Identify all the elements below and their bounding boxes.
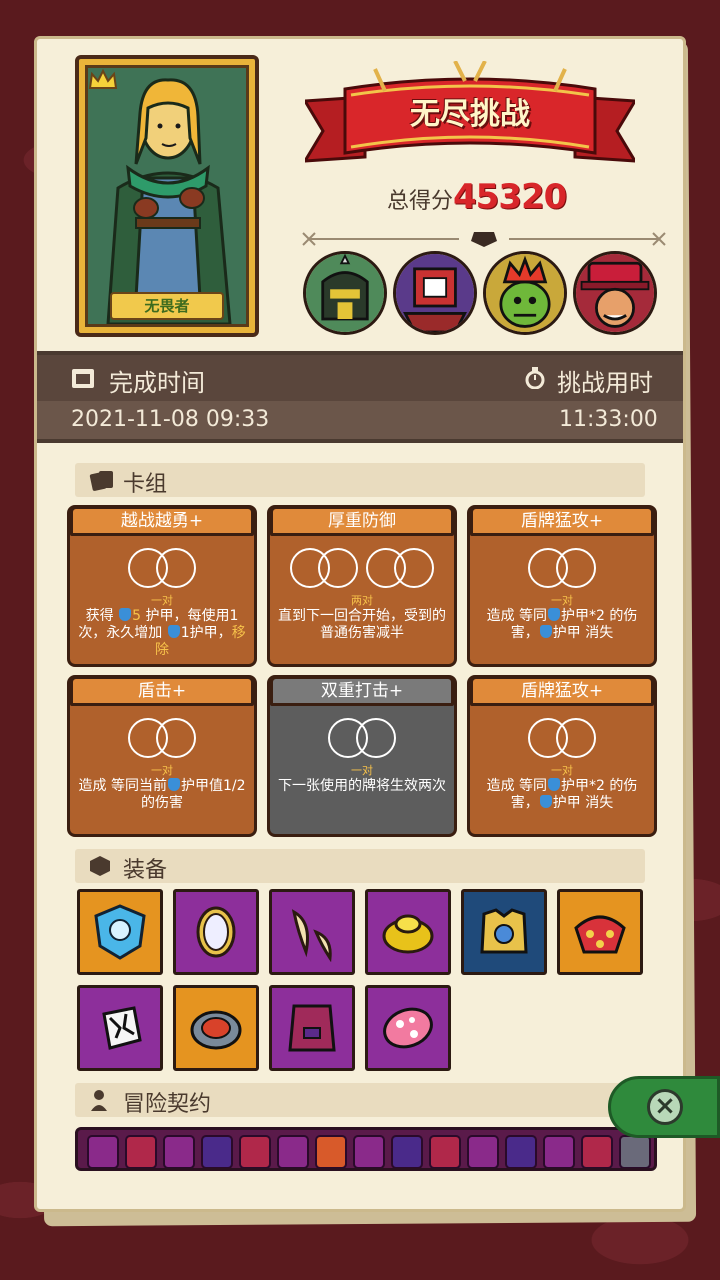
hero-illustration [88,68,246,324]
card-subtitle: 一对 [351,764,373,777]
ring-pair-icon [288,546,360,590]
enemy-jester-portrait[interactable] [573,251,657,335]
score-value: 45320 [453,177,567,217]
equipment-slot[interactable] [77,985,163,1071]
chest-armor-icon [480,908,528,954]
ring-pair-icon [126,716,198,760]
deck-card[interactable]: 双重打击+ 一对 下一张使用的牌将生效两次 [267,675,457,837]
armor-icon [548,608,561,621]
ring-pair-icon [364,546,436,590]
card-description: 下一张使用的牌将生效两次 [278,778,446,794]
equipment-slot[interactable] [365,985,451,1071]
deck-card[interactable]: 盾击+ 一对 造成 等同当前 护甲值1/2的伤害 [67,675,257,837]
score-row: 总得分 45320 [387,177,567,217]
banner-title: 无尽挑战 [410,97,530,132]
stopwatch-icon [525,367,545,389]
enemy-knight-portrait[interactable] [303,251,387,335]
duration-value: 11:33:00 [559,407,658,432]
close-icon[interactable]: × [647,1089,683,1125]
equipment-slot[interactable] [173,985,259,1071]
card-title: 越战越勇+ [70,506,254,536]
ring-pair-icon [326,716,398,760]
armor-icon [119,608,132,621]
card-description: 造成 等同当前 护甲值1/2的伤害 [78,778,246,811]
deck-card[interactable]: 越战越勇+ 一对 获得 5 护甲，每使用1次，永久增加 1护甲，移除 [67,505,257,667]
card-title: 盾牌猛攻+ [470,506,654,536]
score-label: 总得分 [387,189,454,214]
deck-card[interactable]: 厚重防御 两对 直到下一回合开始，受到的普通伤害减半 [267,505,457,667]
armor-icon [167,778,180,791]
contract-label: 冒险契约 [123,1092,212,1117]
card-title: 双重打击+ [270,676,454,706]
mushroom-cap-icon [383,1007,433,1049]
box-icon [90,856,110,876]
card-subtitle: 一对 [151,594,173,607]
spiked-shell-icon [574,915,626,954]
card-title: 厚重防御 [270,506,454,536]
shattered-cube-icon [102,1006,142,1050]
enemy-goblin-portrait[interactable] [483,251,567,335]
ring-pair-icon [126,546,198,590]
card-title: 盾牌猛攻+ [470,676,654,706]
result-page: 无畏者 无尽挑战 总得分 45320 完成时间 挑战用时 2021-11-08 … [34,36,686,1212]
time-panel: 完成时间 挑战用时 2021-11-08 09:33 11:33:00 [37,351,683,443]
claw-icon [291,909,332,962]
jester-icon [576,254,654,332]
drum-robot-icon [396,254,474,332]
card-subtitle: 一对 [551,594,573,607]
hero-name: 无畏者 [110,292,224,320]
knight-helmet-icon [306,254,384,332]
armor-icon [548,778,561,791]
ring-pair-icon [526,546,598,590]
enemy-drum-portrait[interactable] [393,251,477,335]
equipment-slot[interactable] [557,889,643,975]
complete-time-value: 2021-11-08 09:33 [71,407,270,432]
mirror-icon [196,906,236,958]
equipment-slot[interactable] [365,889,451,975]
equipment-slot[interactable] [173,889,259,975]
equipment-slot[interactable] [269,985,355,1071]
fire-disc-icon [190,1010,242,1050]
cards-icon [89,471,113,491]
card-subtitle: 一对 [551,764,573,777]
cape-armor-icon [288,1004,336,1052]
equipment-label: 装备 [123,858,168,883]
golden-ring-icon [382,914,434,954]
defeated-enemies [303,251,657,335]
hero-portrait: 无畏者 [75,55,259,337]
contract-section-header: 冒险契约 [75,1083,645,1117]
close-tab[interactable]: × [608,1076,720,1138]
contract-list[interactable] [75,1127,657,1171]
ice-shield-icon [94,904,146,960]
duration-label: 挑战用时 [557,369,653,397]
card-description: 获得 5 护甲，每使用1次，永久增加 1护甲，移除 [78,608,246,658]
crown-icon [88,68,118,89]
person-icon [91,1090,107,1111]
contract-badges-icon [78,1130,654,1168]
title-banner: 无尽挑战 [302,60,638,171]
armor-icon [539,625,552,638]
ring-pair-icon [526,716,598,760]
deck-label: 卡组 [123,472,168,497]
card-title: 盾击+ [70,676,254,706]
armor-icon [539,795,552,808]
equipment-section-header: 装备 [75,849,645,883]
deck-card[interactable]: 盾牌猛攻+ 一对 造成 等同 护甲*2 的伤害， 护甲 消失 [467,505,657,667]
equipment-slot[interactable] [269,889,355,975]
card-subtitle: 两对 [351,594,373,607]
complete-time-label: 完成时间 [109,369,205,397]
card-subtitle: 一对 [151,764,173,777]
card-description: 造成 等同 护甲*2 的伤害， 护甲 消失 [486,608,638,641]
skull-divider-icon [302,232,666,247]
card-description: 造成 等同 护甲*2 的伤害， 护甲 消失 [486,778,638,811]
card-description: 直到下一回合开始，受到的普通伤害减半 [278,608,446,641]
equipment-slot[interactable] [77,889,163,975]
armor-icon [167,625,180,638]
equipment-slot[interactable] [461,889,547,975]
goblin-king-icon [486,254,564,332]
deck-section-header: 卡组 [75,463,645,497]
deck-card[interactable]: 盾牌猛攻+ 一对 造成 等同 护甲*2 的伤害， 护甲 消失 [467,675,657,837]
calendar-icon [72,369,94,388]
